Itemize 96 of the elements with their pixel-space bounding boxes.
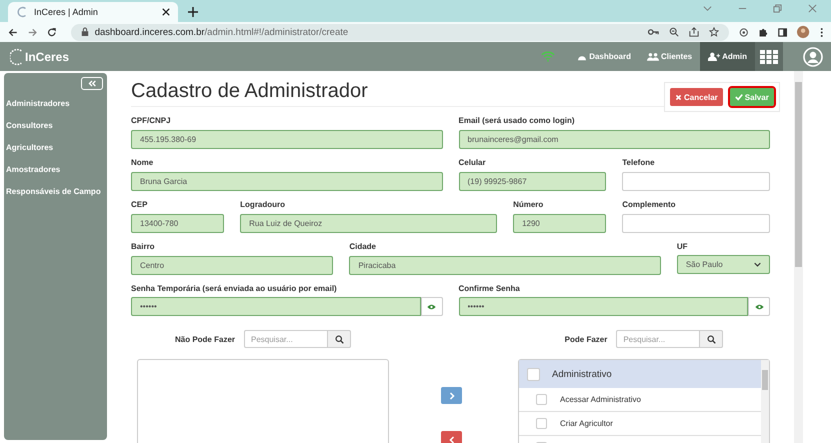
- input-field[interactable]: (19) 99925-9867: [458, 172, 606, 191]
- search-field[interactable]: Pesquisar...: [244, 330, 328, 348]
- state-dropdown[interactable]: São Paulo: [676, 255, 770, 274]
- close-icon: [675, 94, 682, 100]
- sidebar-item[interactable]: Agricultores: [4, 142, 107, 153]
- checkbox[interactable]: [527, 368, 540, 380]
- input-field[interactable]: Rua Luiz de Queiroz: [240, 214, 498, 233]
- chevron-down-icon[interactable]: [703, 4, 712, 12]
- input-field[interactable]: [622, 214, 770, 233]
- nav-link[interactable]: Dashboard: [569, 42, 639, 71]
- field-label: Confirme Senha: [458, 284, 521, 293]
- password-field[interactable]: ••••••: [131, 297, 420, 316]
- field-label: Nome: [131, 158, 154, 167]
- puzzle-icon[interactable]: [758, 26, 768, 38]
- password-field[interactable]: ••••••: [458, 297, 748, 316]
- input-field[interactable]: [622, 172, 770, 191]
- scrollbar[interactable]: [761, 360, 769, 443]
- move-right-button[interactable]: [441, 387, 462, 404]
- search-icon: [706, 334, 716, 344]
- input-field[interactable]: 1290: [513, 214, 606, 233]
- restore-icon[interactable]: [773, 4, 782, 12]
- users-icon: [646, 52, 659, 61]
- search-button[interactable]: [699, 330, 724, 348]
- sidebar-item[interactable]: Administradores: [4, 98, 107, 109]
- field-label: Bairro: [131, 242, 156, 251]
- eye-icon: [754, 304, 764, 310]
- tab-title: InCeres | Admin: [34, 7, 99, 17]
- close-icon[interactable]: [162, 8, 170, 16]
- zoom-icon[interactable]: [668, 27, 679, 37]
- list-label: Não Pode Fazer: [174, 334, 235, 344]
- sidebar-item[interactable]: Amostradores: [4, 164, 107, 175]
- back-icon[interactable]: [8, 26, 18, 38]
- brand-logo[interactable]: InCeres: [10, 46, 70, 66]
- nav-link[interactable]: Admin: [700, 42, 755, 71]
- field-label: Email (será usado como login): [458, 116, 576, 125]
- show-password-button[interactable]: [420, 297, 442, 316]
- search-icon: [334, 334, 344, 344]
- sidebar-icon[interactable]: [778, 26, 788, 38]
- sidebar-item[interactable]: Responsáveis de Campo: [4, 186, 107, 197]
- permission-label: Acessar Administrativo: [560, 395, 641, 404]
- field-label: Celular: [458, 158, 487, 167]
- lock-icon: [80, 27, 89, 37]
- input-field[interactable]: Centro: [131, 256, 334, 275]
- url-text: dashboard.inceres.com.br/admin.html#!/administrator/create: [94, 26, 348, 38]
- user-icon[interactable]: [803, 46, 823, 66]
- field-label: CPF/CNPJ: [131, 116, 172, 125]
- caret-icon: [754, 262, 761, 267]
- move-left-button[interactable]: [441, 431, 462, 443]
- new-tab-icon[interactable]: [188, 7, 198, 17]
- checkmark-icon: [734, 93, 743, 101]
- field-label: Logradouro: [240, 200, 286, 209]
- key-icon[interactable]: [648, 28, 659, 36]
- extension-icon[interactable]: [738, 26, 748, 38]
- menu-icon[interactable]: [820, 26, 824, 38]
- reload-icon[interactable]: [47, 26, 57, 38]
- select-value: São Paulo: [686, 260, 723, 269]
- group-row[interactable]: Administrativo: [519, 360, 761, 388]
- add-user-icon: [708, 52, 720, 61]
- nav-link[interactable]: Clientes: [638, 42, 700, 71]
- input-field[interactable]: Piracicaba: [349, 256, 661, 275]
- input-field[interactable]: 13400-780: [131, 214, 224, 233]
- field-label: Senha Temporária (será enviada ao usuário por email): [131, 284, 338, 293]
- group-label: Administrativo: [552, 368, 612, 380]
- chevron-right-icon: [448, 392, 454, 400]
- search-button[interactable]: [327, 330, 351, 348]
- checkbox[interactable]: [536, 394, 547, 405]
- list-label: Pode Fazer: [564, 334, 608, 344]
- double-chevron-left-icon: [87, 80, 97, 87]
- field-label: Número: [513, 200, 544, 209]
- forward-icon[interactable]: [28, 26, 38, 38]
- field-label: Telefone: [622, 158, 656, 167]
- field-label: Complemento: [622, 200, 677, 209]
- address-field[interactable]: dashboard.inceres.com.br/admin.html#!/administrator/create: [70, 24, 729, 40]
- field-label: CEP: [131, 200, 148, 209]
- input-field[interactable]: 455.195.380-69: [131, 130, 442, 149]
- sidebar-item[interactable]: Consultores: [4, 120, 107, 131]
- browser-tab[interactable]: InCeres | Admin: [8, 2, 178, 22]
- apps-grid-icon[interactable]: [755, 42, 783, 71]
- avatar-icon[interactable]: [797, 25, 810, 39]
- share-icon[interactable]: [688, 27, 699, 37]
- field-label: UF: [676, 242, 688, 251]
- input-field[interactable]: Bruna Garcia: [131, 172, 442, 191]
- show-password-button[interactable]: [748, 297, 770, 316]
- input-field[interactable]: brunainceres@gmail.com: [458, 130, 770, 149]
- search-field[interactable]: Pesquisar...: [616, 330, 700, 348]
- logo-icon: [16, 6, 28, 18]
- checkbox[interactable]: [536, 418, 547, 429]
- collapse-button[interactable]: [81, 77, 103, 90]
- eye-icon: [427, 304, 436, 310]
- field-label: Cidade: [349, 242, 377, 251]
- star-icon[interactable]: [708, 27, 719, 37]
- wifi-icon: [541, 51, 556, 62]
- scrollbar[interactable]: [794, 71, 803, 443]
- permission-label: Criar Agricultor: [560, 419, 613, 428]
- chevron-left-icon: [448, 436, 454, 443]
- cancel-button[interactable]: Cancelar: [670, 88, 723, 106]
